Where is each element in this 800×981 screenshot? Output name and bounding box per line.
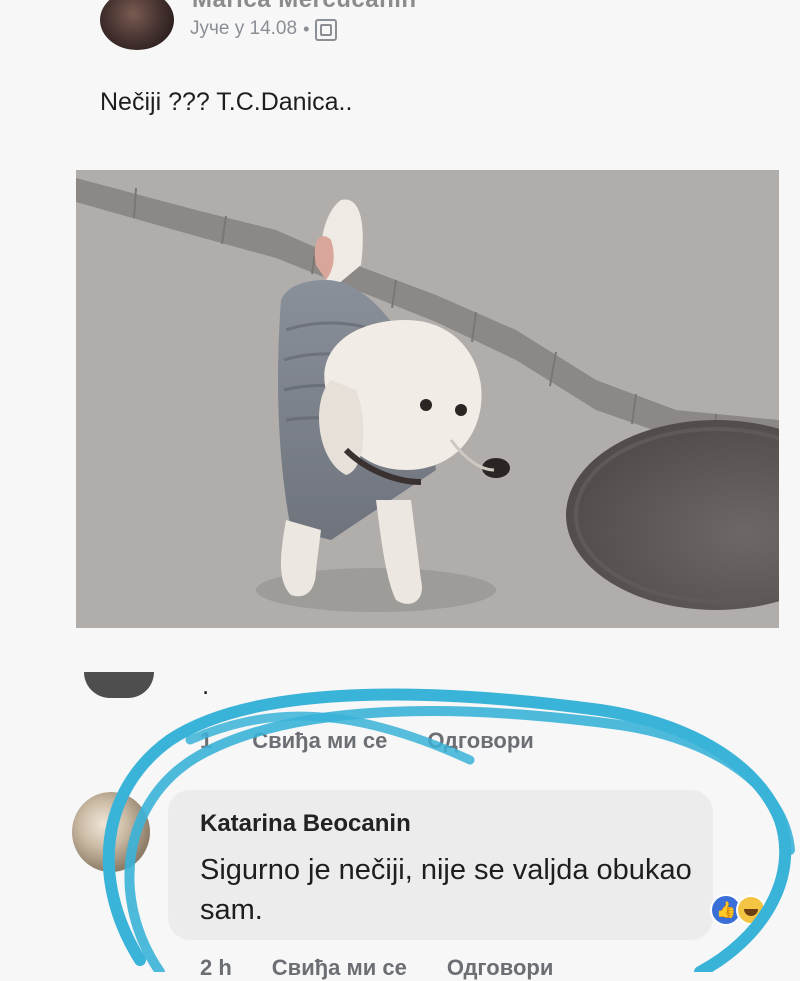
meta-separator: •	[303, 18, 310, 39]
post-header: Marica Mercucanin Јуче у 14.08 •	[0, 0, 800, 60]
friends-icon	[315, 19, 338, 41]
dog-photo-illustration	[76, 170, 779, 628]
comment-2-reply-button[interactable]: Одговори	[447, 955, 553, 981]
comment-2-time[interactable]: 2 h	[200, 955, 232, 981]
post-photo[interactable]	[76, 170, 779, 628]
commenter-avatar-2[interactable]	[72, 792, 150, 872]
comment-1-actions: 1 Свиђа ми се Одговори	[200, 728, 534, 754]
comment-1-like-button[interactable]: Свиђа ми се	[252, 728, 387, 754]
haha-icon	[736, 895, 766, 925]
post-meta: Јуче у 14.08 •	[190, 18, 338, 41]
comment-2-actions: 2 h Свиђа ми се Одговори	[200, 955, 553, 981]
post-text: Nečiji ??? T.C.Danica..	[100, 88, 353, 116]
comment-1-reply-button[interactable]: Одговори	[427, 728, 533, 754]
post-author-name[interactable]: Marica Mercucanin	[192, 0, 417, 14]
comment-2-author[interactable]: Katarina Beocanin	[200, 810, 411, 838]
comment-2-reactions[interactable]: 👍	[710, 894, 766, 926]
author-avatar[interactable]	[100, 0, 174, 50]
comment-1-text: .	[202, 670, 210, 700]
comment-2-text: Sigurno je nečiji, nije se valjda obukao…	[200, 854, 692, 926]
comment-1-time[interactable]: 1	[200, 728, 212, 754]
commenter-avatar-1[interactable]	[84, 672, 154, 698]
post-time[interactable]: Јуче у 14.08	[190, 18, 297, 40]
comment-2-like-button[interactable]: Свиђа ми се	[272, 955, 407, 981]
